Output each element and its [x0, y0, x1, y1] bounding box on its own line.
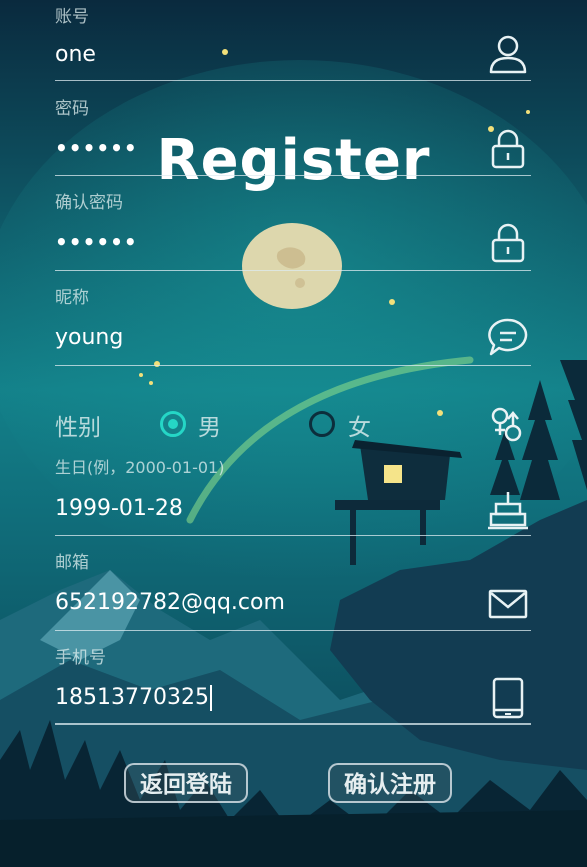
- email-input[interactable]: 652192782@qq.com: [55, 590, 285, 615]
- phone-value: 18513770325: [55, 685, 209, 710]
- mobile-phone-icon: [492, 677, 524, 719]
- back-to-login-button[interactable]: 返回登陆: [124, 763, 248, 803]
- nickname-underline: [55, 365, 531, 366]
- email-label: 邮箱: [55, 553, 89, 573]
- birthday-input[interactable]: 1999-01-28: [55, 496, 183, 521]
- birthday-underline: [55, 535, 531, 536]
- confirm-password-input[interactable]: ••••••: [55, 230, 138, 254]
- password-label: 密码: [55, 99, 89, 119]
- confirm-password-label: 确认密码: [55, 193, 123, 213]
- chat-bubble-icon: [488, 318, 528, 356]
- confirm-register-button[interactable]: 确认注册: [328, 763, 452, 803]
- email-underline: [55, 630, 531, 631]
- lock-icon: [491, 129, 525, 169]
- account-input[interactable]: one: [55, 42, 96, 67]
- gender-icon: [491, 407, 522, 442]
- lock-icon: [491, 223, 525, 263]
- nickname-label: 昵称: [55, 288, 89, 308]
- password-underline: [55, 175, 531, 176]
- register-form: Register 账号 one 密码 •••••• 确认密码 •••••• 昵称…: [0, 0, 587, 867]
- birthday-label: 生日(例，2000-01-01): [55, 458, 225, 477]
- mail-icon: [488, 589, 528, 619]
- nickname-input[interactable]: young: [55, 325, 123, 350]
- gender-male-label[interactable]: 男: [198, 408, 221, 442]
- account-label: 账号: [55, 7, 89, 27]
- gender-male-radio[interactable]: [160, 411, 186, 437]
- account-underline: [55, 80, 531, 81]
- phone-underline: [55, 723, 531, 725]
- birthday-cake-icon: [488, 492, 528, 530]
- phone-label: 手机号: [55, 648, 106, 668]
- text-cursor: [209, 685, 212, 711]
- password-input[interactable]: ••••••: [55, 136, 138, 160]
- gender-female-radio[interactable]: [309, 411, 335, 437]
- gender-female-label[interactable]: 女: [348, 408, 371, 442]
- confirm-password-underline: [55, 270, 531, 271]
- gender-label: 性别: [55, 415, 101, 441]
- phone-input[interactable]: 18513770325: [55, 685, 212, 711]
- user-icon: [489, 35, 527, 74]
